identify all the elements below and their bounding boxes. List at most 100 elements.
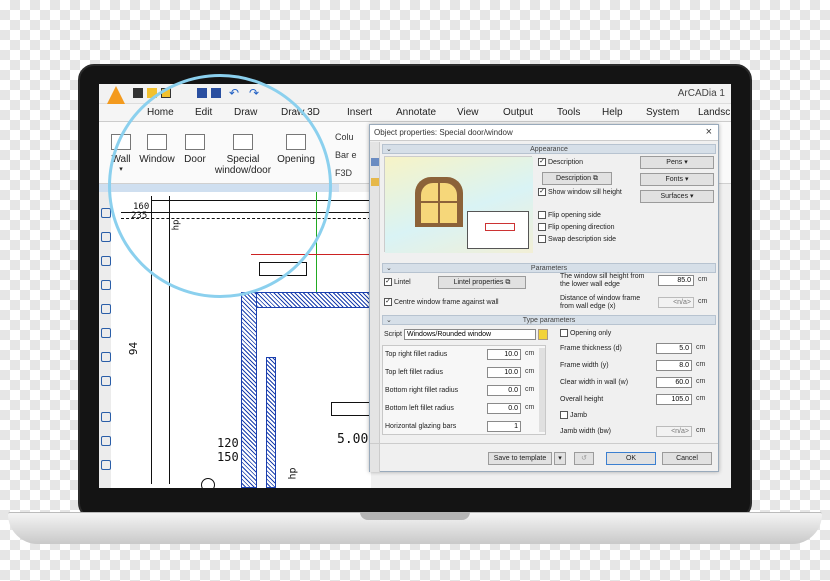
menu-help[interactable]: Help	[602, 107, 623, 118]
opening-only-label: Opening only	[569, 329, 612, 337]
dropdown-icon: ▾	[684, 176, 689, 183]
jamb-checkbox[interactable]: Jamb	[560, 411, 587, 419]
right-param-unit: cm	[696, 361, 706, 368]
folder-icon[interactable]	[371, 178, 379, 186]
flip-side-checkbox[interactable]: Flip opening side	[538, 211, 601, 219]
section-dim	[485, 223, 515, 231]
dim-text: 150	[217, 450, 239, 464]
param-field[interactable]: 0.0	[487, 403, 521, 414]
ok-button[interactable]: OK	[606, 452, 656, 465]
param-field[interactable]: 10.0	[487, 367, 521, 378]
param-field[interactable]: 10.0	[487, 349, 521, 360]
surfaces-label: Surfaces	[660, 193, 689, 200]
dim-text: 5.00	[337, 432, 369, 447]
distance-field[interactable]: <n/a>	[658, 297, 694, 308]
flip-direction-checkbox[interactable]: Flip opening direction	[538, 223, 615, 231]
hatch-tool-icon[interactable]	[101, 436, 111, 446]
f3d-button[interactable]: F3D	[335, 168, 352, 178]
flip-direction-label: Flip opening direction	[547, 223, 615, 231]
pens-button[interactable]: Pens ▾	[640, 156, 714, 169]
bar-button[interactable]: Bar e	[335, 150, 357, 160]
menu-landscape[interactable]: Landsc	[698, 107, 730, 118]
dropdown-icon: ▾	[684, 159, 688, 166]
opening-only-checkbox[interactable]: Opening only	[560, 329, 611, 337]
param-unit: cm	[525, 386, 535, 393]
save-to-template-button[interactable]: Save to template	[488, 452, 552, 465]
fonts-button[interactable]: Fonts ▾	[640, 173, 714, 186]
jamb-width-field[interactable]: <n/a>	[656, 426, 692, 437]
menu-output[interactable]: Output	[503, 107, 533, 118]
script-field[interactable]: Windows/Rounded window	[404, 329, 536, 340]
cancel-button[interactable]: Cancel	[662, 452, 712, 465]
lintel-checkbox[interactable]: ✓ Lintel	[384, 278, 411, 286]
param-field[interactable]: 1	[487, 421, 521, 432]
script-label: Script	[384, 331, 402, 338]
menu-insert[interactable]: Insert	[347, 107, 372, 118]
fonts-label: Fonts	[665, 176, 684, 183]
right-param-unit: cm	[696, 378, 706, 385]
menu-system[interactable]: System	[646, 107, 679, 118]
section-type-parameters[interactable]: ⌄ Type parameters	[382, 315, 716, 325]
menu-view[interactable]: View	[457, 107, 479, 118]
column-button[interactable]: Colu	[335, 132, 354, 142]
param-field[interactable]: 0.0	[487, 385, 521, 396]
spline-tool-icon[interactable]	[101, 280, 111, 290]
description-button-label: Description	[556, 175, 592, 182]
right-param-unit: cm	[696, 395, 706, 402]
param-label: Top right fillet radius	[385, 351, 448, 358]
rectangle-tool-icon[interactable]	[101, 412, 111, 422]
lintel-properties-button[interactable]: Lintel properties ⧉	[438, 276, 526, 289]
section-parameters[interactable]: ⌄ Parameters	[382, 263, 716, 273]
swap-desc-checkbox[interactable]: Swap description side	[538, 235, 616, 243]
surfaces-button[interactable]: Surfaces ▾	[640, 190, 714, 203]
right-param-field[interactable]: 105.0	[656, 394, 692, 405]
dialog-sidebar	[370, 142, 380, 472]
dim-text: 94	[127, 341, 141, 356]
jamb-label: Jamb	[569, 411, 588, 419]
new-icon[interactable]	[133, 88, 143, 98]
reset-icon[interactable]: ↺	[574, 452, 594, 465]
show-sill-checkbox[interactable]: ✓ Show window sill height	[538, 188, 622, 196]
dim-text: 120	[217, 436, 239, 450]
flip-side-label: Flip opening side	[547, 211, 601, 219]
arc-tool-icon[interactable]	[101, 232, 111, 242]
ellipse-tool-icon[interactable]	[101, 328, 111, 338]
unit-label: cm	[698, 298, 708, 305]
right-param-field[interactable]: 8.0	[656, 360, 692, 371]
param-label: Bottom right fillet radius	[385, 387, 459, 394]
wall-vertical-left[interactable]	[241, 292, 257, 488]
dialog-title: Object properties: Special door/window	[370, 125, 718, 141]
section-appearance[interactable]: ⌄ Appearance	[382, 144, 716, 154]
scrollbar[interactable]	[539, 348, 545, 432]
view-icon[interactable]	[371, 158, 379, 166]
fill-tool-icon[interactable]	[101, 460, 111, 470]
template-dropdown-icon[interactable]: ▾	[554, 452, 566, 465]
menu-tools[interactable]: Tools	[557, 107, 580, 118]
type-params-list: Top right fillet radius 10.0 cm Top left…	[382, 345, 546, 435]
close-icon[interactable]: ×	[706, 126, 712, 138]
sill-height-field[interactable]: 85.0	[658, 275, 694, 286]
pens-label: Pens	[666, 159, 683, 166]
move-tool-icon[interactable]	[101, 376, 111, 386]
lightbulb-icon[interactable]	[538, 329, 548, 340]
description-checkbox[interactable]: ✓ Description	[538, 158, 583, 166]
right-param-field[interactable]: 60.0	[656, 377, 692, 388]
circle-tool-icon[interactable]	[101, 304, 111, 314]
wall-horizontal[interactable]	[241, 292, 371, 308]
window-preview	[384, 156, 533, 253]
show-sill-label: Show window sill height	[547, 188, 622, 196]
unit-label: cm	[698, 276, 708, 283]
right-param-label: Clear width in wall (w)	[560, 379, 629, 386]
rotate-tool-icon[interactable]	[101, 352, 111, 362]
menu-annotate[interactable]: Annotate	[396, 107, 436, 118]
centre-frame-checkbox[interactable]: ✓ Centre window frame against wall	[384, 298, 499, 306]
curve-tool-icon[interactable]	[101, 256, 111, 266]
description-button[interactable]: Description ⧉	[542, 172, 612, 185]
right-param-unit: cm	[696, 344, 706, 351]
right-param-field[interactable]: 5.0	[656, 343, 692, 354]
lintel-label: Lintel	[393, 278, 411, 286]
param-label: Horizontal glazing bars	[385, 423, 457, 430]
centre-frame-label: Centre window frame against wall	[393, 298, 499, 306]
wall-vertical-inner[interactable]	[266, 357, 276, 488]
dialog-launcher-icon: ⧉	[592, 175, 598, 182]
